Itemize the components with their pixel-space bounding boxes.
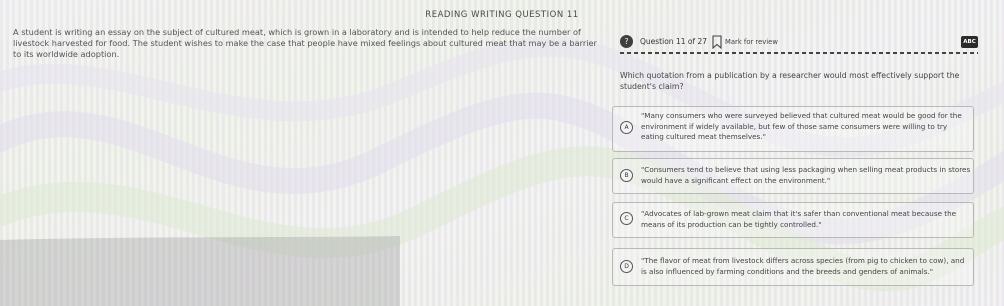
answer-choice-d[interactable]: D "The flavor of meat from livestock dif… <box>612 248 974 286</box>
answer-choice-b[interactable]: B "Consumers tend to believe that using … <box>612 158 974 194</box>
question-prompt: Which quotation from a publication by a … <box>620 71 960 91</box>
choice-text-c: "Advocates of lab-grown meat claim that … <box>641 209 957 229</box>
choice-letter-d: D <box>620 260 633 273</box>
choice-letter-b: B <box>620 169 633 182</box>
choice-text-b: "Consumers tend to believe that using le… <box>641 165 971 185</box>
bookmark-icon <box>712 35 722 49</box>
question-number: Question 11 of 27 <box>640 37 708 46</box>
passage-text: A student is writing an essay on the sub… <box>13 27 597 59</box>
abc-eliminator-button[interactable]: ABC <box>961 36 978 48</box>
question-badge-icon: ? <box>620 35 633 48</box>
choice-text-d: "The flavor of meat from livestock diffe… <box>641 256 965 276</box>
choice-text-a: "Many consumers who were surveyed believ… <box>641 111 962 141</box>
choice-letter-c: C <box>620 212 633 225</box>
page-title: READING WRITING QUESTION 11 <box>425 10 579 20</box>
choice-letter-a: A <box>620 121 633 134</box>
answer-choice-c[interactable]: C "Advocates of lab-grown meat claim tha… <box>612 202 974 238</box>
mark-for-review-label: Mark for review <box>725 38 778 46</box>
question-header: ? Question 11 of 27 Mark for review ABC <box>620 35 978 49</box>
question-divider <box>620 52 978 54</box>
answer-choice-a[interactable]: A "Many consumers who were surveyed beli… <box>612 106 974 152</box>
